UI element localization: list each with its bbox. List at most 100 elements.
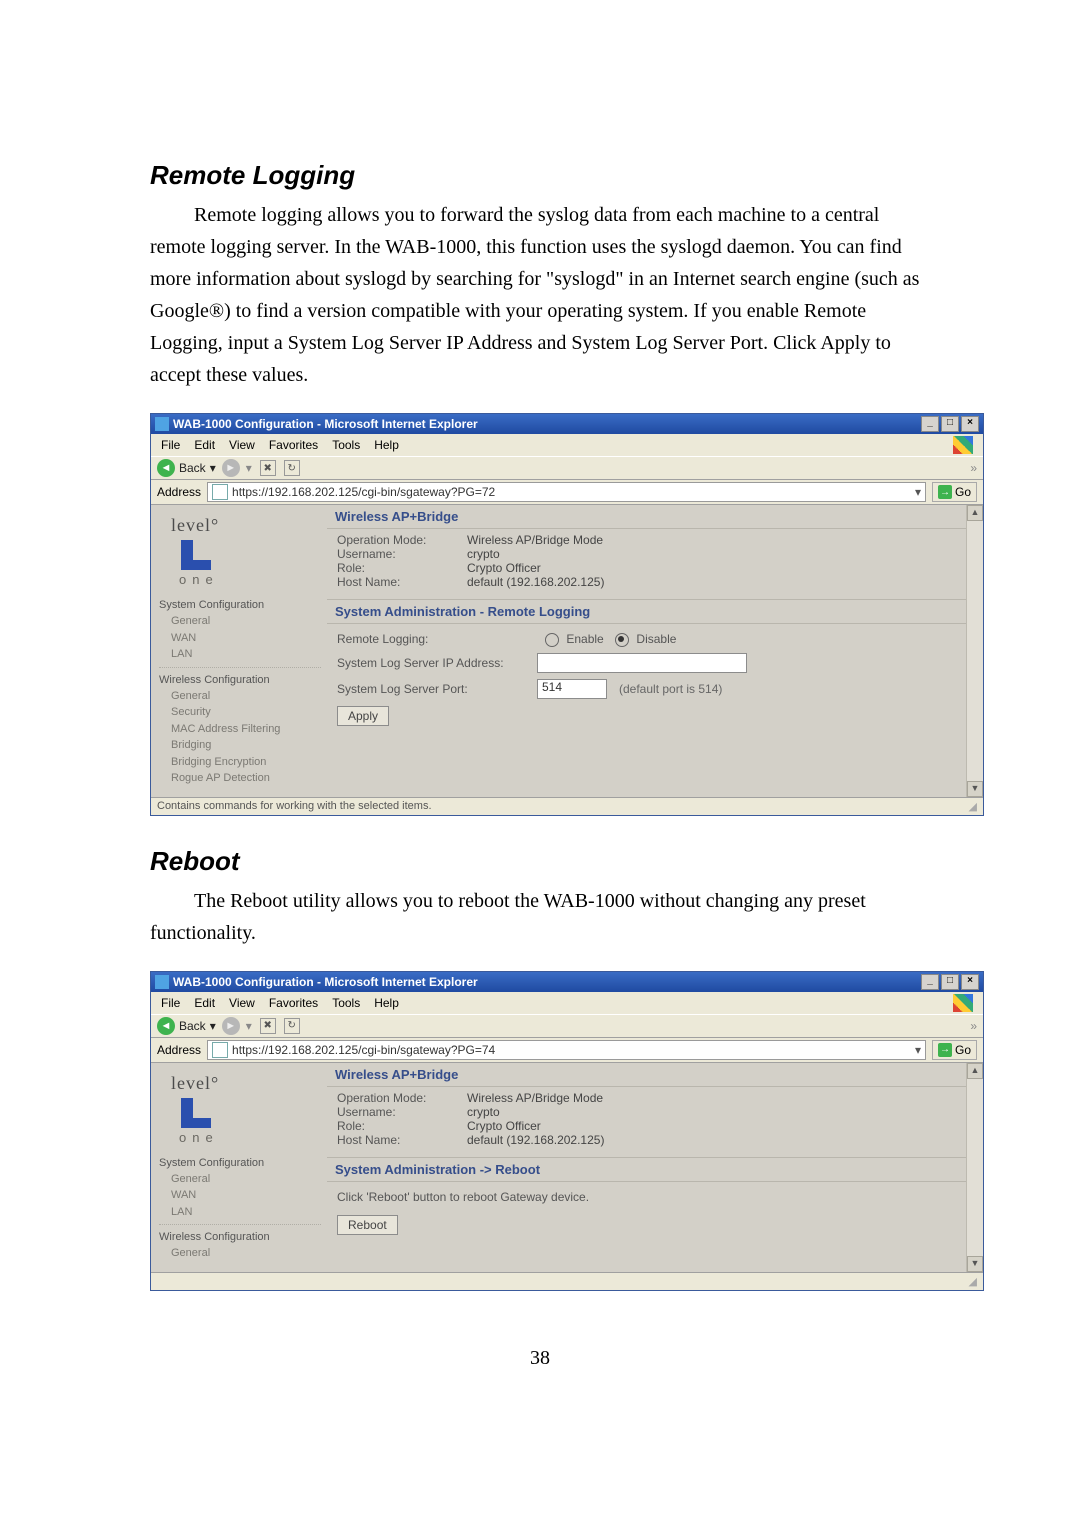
disable-label: Disable (636, 632, 676, 646)
address-input[interactable]: https://192.168.202.125/cgi-bin/sgateway… (207, 1040, 926, 1060)
reboot-button[interactable]: Reboot (337, 1215, 398, 1235)
sidebar-group-wireless: Wireless Configuration (159, 1231, 321, 1243)
stop-button[interactable]: ✖ (260, 1018, 276, 1034)
close-button[interactable]: × (961, 974, 979, 990)
minimize-button[interactable]: _ (921, 416, 939, 432)
menu-help[interactable]: Help (374, 996, 399, 1010)
hostname-label: Host Name: (337, 575, 467, 589)
menu-favorites[interactable]: Favorites (269, 438, 318, 452)
op-mode-value: Wireless AP/Bridge Mode (467, 1091, 603, 1105)
address-input[interactable]: https://192.168.202.125/cgi-bin/sgateway… (207, 482, 926, 502)
enable-radio[interactable] (545, 633, 559, 647)
back-icon: ◄ (157, 1017, 175, 1035)
op-mode-value: Wireless AP/Bridge Mode (467, 533, 603, 547)
windows-flag-icon (953, 436, 973, 454)
username-value: crypto (467, 547, 500, 561)
back-button[interactable]: ◄ Back ▾ (157, 1017, 216, 1035)
sidebar-item-bridging-enc[interactable]: Bridging Encryption (159, 754, 321, 771)
hostname-value: default (192.168.202.125) (467, 1133, 604, 1147)
brand-text-top: level° (159, 511, 321, 538)
vertical-scrollbar[interactable]: ▲ ▼ (966, 1063, 983, 1272)
sidebar-item-wan[interactable]: WAN (159, 630, 321, 647)
minimize-button[interactable]: _ (921, 974, 939, 990)
window-title: WAB-1000 Configuration - Microsoft Inter… (173, 975, 478, 989)
browser-window-2: WAB-1000 Configuration - Microsoft Inter… (150, 971, 984, 1291)
apply-button[interactable]: Apply (337, 706, 389, 726)
forward-button[interactable]: ► (222, 1017, 240, 1035)
menu-tools[interactable]: Tools (332, 996, 360, 1010)
menu-file[interactable]: File (161, 996, 180, 1010)
section-heading-reboot: Reboot (150, 846, 930, 877)
sidebar-item-security[interactable]: Security (159, 704, 321, 721)
resize-grip-icon[interactable]: ◢ (969, 800, 977, 813)
section-body-remote-logging: Remote logging allows you to forward the… (150, 199, 930, 391)
sidebar-item-general[interactable]: General (159, 613, 321, 630)
address-label: Address (157, 485, 201, 499)
sidebar-group-system: System Configuration (159, 599, 321, 611)
browser-window-1: WAB-1000 Configuration - Microsoft Inter… (150, 413, 984, 816)
window-title: WAB-1000 Configuration - Microsoft Inter… (173, 417, 478, 431)
port-input[interactable]: 514 (537, 679, 607, 699)
page-number: 38 (150, 1347, 930, 1370)
remote-logging-label: Remote Logging: (337, 632, 537, 646)
sidebar: level° one System Configuration General … (151, 1063, 327, 1272)
menu-edit[interactable]: Edit (194, 996, 215, 1010)
sidebar-item-general[interactable]: General (159, 1171, 321, 1188)
menu-view[interactable]: View (229, 438, 255, 452)
menu-help[interactable]: Help (374, 438, 399, 452)
sidebar-item-lan[interactable]: LAN (159, 1204, 321, 1221)
go-button[interactable]: → Go (932, 482, 977, 502)
brand-logo-icon (181, 540, 211, 570)
ip-label: System Log Server IP Address: (337, 656, 537, 670)
brand-text-bottom: one (159, 572, 321, 587)
sidebar-item-bridging[interactable]: Bridging (159, 737, 321, 754)
scroll-up-icon[interactable]: ▲ (967, 505, 983, 521)
main-panel: Wireless AP+Bridge Operation Mode:Wirele… (327, 505, 966, 797)
windows-flag-icon (953, 994, 973, 1012)
port-label: System Log Server Port: (337, 682, 537, 696)
role-label: Role: (337, 1119, 467, 1133)
menu-tools[interactable]: Tools (332, 438, 360, 452)
go-button[interactable]: → Go (932, 1040, 977, 1060)
section-heading-remote-logging: Remote Logging (150, 160, 930, 191)
scroll-up-icon[interactable]: ▲ (967, 1063, 983, 1079)
ie-icon (155, 417, 169, 431)
sidebar-item-lan[interactable]: LAN (159, 646, 321, 663)
sidebar-item-w-general[interactable]: General (159, 688, 321, 705)
menu-view[interactable]: View (229, 996, 255, 1010)
username-label: Username: (337, 1105, 467, 1119)
maximize-button[interactable]: □ (941, 974, 959, 990)
sidebar-group-system: System Configuration (159, 1157, 321, 1169)
forward-button[interactable]: ► (222, 459, 240, 477)
vertical-scrollbar[interactable]: ▲ ▼ (966, 505, 983, 797)
close-button[interactable]: × (961, 416, 979, 432)
back-icon: ◄ (157, 459, 175, 477)
go-arrow-icon: → (938, 485, 952, 499)
ip-input[interactable] (537, 653, 747, 673)
sidebar-item-rogue[interactable]: Rogue AP Detection (159, 770, 321, 787)
menubar: File Edit View Favorites Tools Help (151, 992, 983, 1014)
refresh-button[interactable]: ↻ (284, 1018, 300, 1034)
sidebar-item-wan[interactable]: WAN (159, 1187, 321, 1204)
disable-radio[interactable] (615, 633, 629, 647)
sidebar-item-mac[interactable]: MAC Address Filtering (159, 721, 321, 738)
menu-edit[interactable]: Edit (194, 438, 215, 452)
main-header: Wireless AP+Bridge (327, 1063, 966, 1087)
scroll-down-icon[interactable]: ▼ (967, 781, 983, 797)
maximize-button[interactable]: □ (941, 416, 959, 432)
sidebar-item-w-general[interactable]: General (159, 1245, 321, 1262)
back-button[interactable]: ◄ Back ▾ (157, 459, 216, 477)
section-body-reboot: The Reboot utility allows you to reboot … (150, 885, 930, 949)
status-text: Contains commands for working with the s… (157, 800, 432, 813)
ie-icon (155, 975, 169, 989)
address-label: Address (157, 1043, 201, 1057)
username-label: Username: (337, 547, 467, 561)
port-hint: (default port is 514) (619, 682, 722, 696)
resize-grip-icon[interactable]: ◢ (969, 1275, 977, 1288)
refresh-button[interactable]: ↻ (284, 460, 300, 476)
scroll-down-icon[interactable]: ▼ (967, 1256, 983, 1272)
stop-button[interactable]: ✖ (260, 460, 276, 476)
role-value: Crypto Officer (467, 561, 541, 575)
menu-file[interactable]: File (161, 438, 180, 452)
menu-favorites[interactable]: Favorites (269, 996, 318, 1010)
